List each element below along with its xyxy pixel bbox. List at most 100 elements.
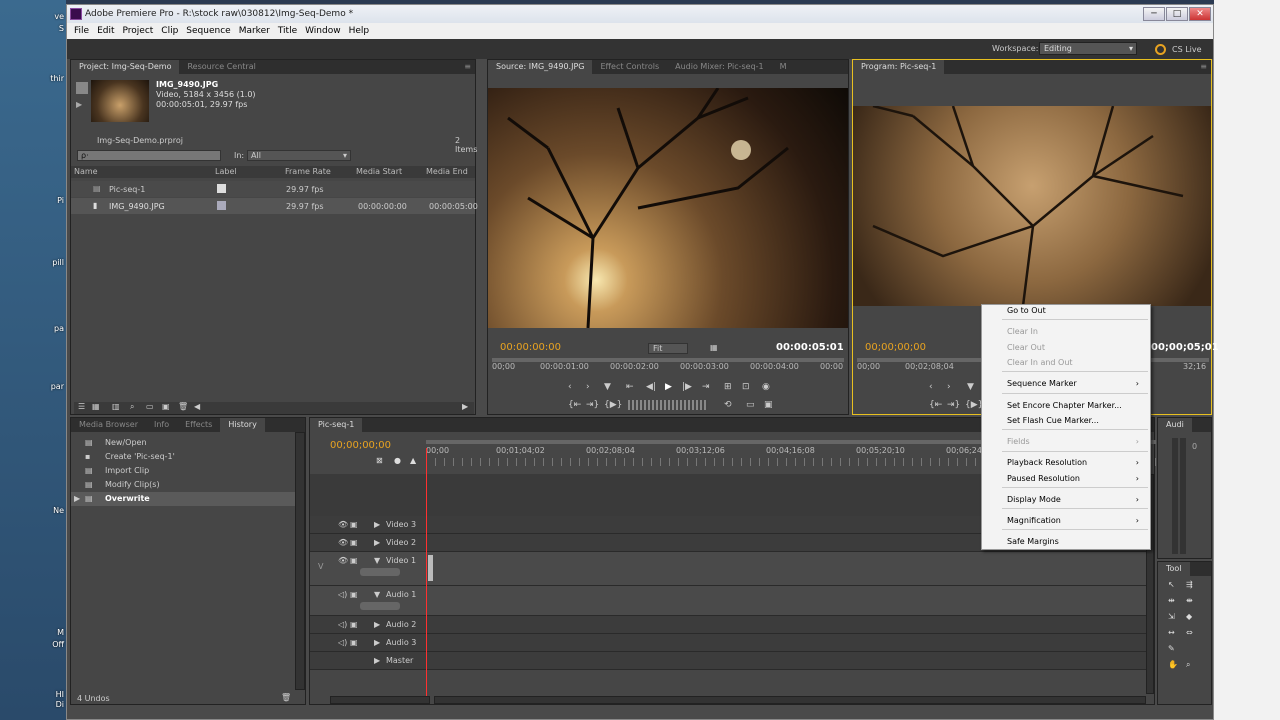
menu-item-clear-out[interactable]: Clear Out: [1007, 343, 1045, 352]
lock-icon[interactable]: ▣: [350, 538, 358, 547]
menu-item-paused-resolution[interactable]: Paused Resolution ›: [1007, 474, 1147, 483]
table-row[interactable]: ▮ IMG_9490.JPG 29.97 fps 00:00:00:00 00:…: [71, 198, 478, 214]
menu-file[interactable]: File: [67, 23, 93, 39]
menu-item-sequence-marker[interactable]: Sequence Marker ›: [1007, 379, 1147, 388]
panel-menu-icon[interactable]: ≡: [464, 60, 475, 74]
step-back-button[interactable]: ◀|: [646, 382, 656, 392]
keyframe-control[interactable]: [360, 568, 400, 576]
overwrite-button[interactable]: ⊡: [742, 382, 750, 392]
tab-info[interactable]: Info: [146, 418, 177, 432]
tab-overflow[interactable]: M: [772, 60, 795, 74]
history-scrollbar[interactable]: [295, 432, 305, 690]
col-frame-rate[interactable]: Frame Rate: [285, 166, 331, 178]
playhead[interactable]: [426, 448, 427, 698]
minimize-button[interactable]: ─: [1143, 7, 1165, 21]
col-media-start[interactable]: Media Start: [356, 166, 402, 178]
keyframe-control[interactable]: [360, 602, 400, 610]
menu-item-safe-margins[interactable]: Safe Margins: [1007, 537, 1059, 546]
slide-tool-icon[interactable]: ⇔: [1186, 628, 1193, 637]
find-icon[interactable]: ⌕: [130, 402, 134, 412]
eye-icon[interactable]: 👁: [338, 520, 348, 529]
go-to-in-button[interactable]: ⇤: [626, 382, 634, 392]
panel-menu-icon[interactable]: ≡: [1200, 60, 1211, 74]
timeline-timecode[interactable]: 00;00;00;00: [330, 440, 391, 451]
collapse-track-icon[interactable]: ▼: [374, 590, 380, 599]
fit-select[interactable]: Fit: [648, 343, 688, 354]
hand-tool-icon[interactable]: ✋: [1168, 660, 1178, 669]
zoom-tool-icon[interactable]: ⌕: [1186, 660, 1190, 670]
mark-in-button[interactable]: ‹: [929, 382, 933, 392]
collapse-track-icon[interactable]: ▼: [374, 556, 380, 565]
lock-icon[interactable]: ▣: [350, 590, 358, 599]
expand-track-icon[interactable]: ▶: [374, 656, 380, 665]
speaker-icon[interactable]: ◁): [338, 590, 347, 599]
menu-item-clear-in-and-out[interactable]: Clear In and Out: [1007, 358, 1073, 367]
menu-item-fields[interactable]: Fields ›: [1007, 437, 1147, 446]
menu-item-magnification[interactable]: Magnification ›: [1007, 516, 1147, 525]
marker-icon[interactable]: ●: [394, 456, 401, 465]
menu-item-display-mode[interactable]: Display Mode ›: [1007, 495, 1147, 504]
program-video-frame[interactable]: [853, 104, 1211, 307]
speaker-icon[interactable]: ◁): [338, 620, 347, 629]
go-to-previous-marker-button[interactable]: {⇤: [568, 400, 581, 410]
eye-icon[interactable]: 👁: [338, 556, 348, 565]
source-video-frame[interactable]: [488, 87, 848, 329]
go-to-next-marker-button[interactable]: ⇥}: [947, 400, 960, 410]
menu-title[interactable]: Title: [274, 23, 301, 39]
delete-icon[interactable]: 🗑: [178, 402, 188, 411]
lock-icon[interactable]: ▣: [350, 620, 358, 629]
history-item[interactable]: ▤ Import Clip: [71, 464, 295, 478]
track-audio-2[interactable]: ◁) ▣ ▶ Audio 2: [310, 616, 1154, 634]
play-button[interactable]: ▶: [665, 382, 672, 392]
lock-icon[interactable]: ▣: [350, 638, 358, 647]
output-button[interactable]: ▣: [764, 400, 773, 410]
insert-button[interactable]: ⊞: [724, 382, 732, 392]
menu-item-set-encore-chapter-marker[interactable]: Set Encore Chapter Marker...: [1007, 401, 1122, 410]
expand-track-icon[interactable]: ▶: [374, 620, 380, 629]
track-audio-3[interactable]: ◁) ▣ ▶ Audio 3: [310, 634, 1154, 652]
set-marker-icon[interactable]: ▲: [410, 456, 416, 465]
export-frame-button[interactable]: ◉: [762, 382, 770, 392]
track-master[interactable]: ▶ Master: [310, 652, 1154, 670]
menu-marker[interactable]: Marker: [235, 23, 274, 39]
scroll-left-icon[interactable]: ◀: [194, 402, 200, 411]
desktop-icon-label[interactable]: pa: [0, 324, 66, 333]
track-audio-1[interactable]: ◁) ▣ ▼ Audio 1: [310, 586, 1154, 616]
desktop-icon-label[interactable]: Di: [0, 700, 66, 709]
new-item-icon[interactable]: ▣: [162, 402, 170, 411]
search-input[interactable]: ρ·: [77, 150, 221, 161]
history-item[interactable]: ▪ Create 'Pic-seq-1': [71, 450, 295, 464]
slip-tool-icon[interactable]: ↔: [1168, 628, 1175, 637]
source-track-indicator[interactable]: V: [318, 562, 323, 571]
rate-stretch-tool-icon[interactable]: ⇲: [1168, 612, 1175, 621]
clip-img-9490[interactable]: [428, 555, 433, 581]
menu-project[interactable]: Project: [119, 23, 158, 39]
play-thumbnail-icon[interactable]: ▶: [76, 100, 82, 109]
cs-live-label[interactable]: CS Live: [1172, 45, 1202, 54]
in-filter-select[interactable]: All ▾: [247, 150, 351, 161]
rolling-edit-tool-icon[interactable]: ⇼: [1186, 596, 1193, 605]
tab-tools[interactable]: Tool: [1158, 562, 1190, 576]
menu-sequence[interactable]: Sequence: [182, 23, 234, 39]
play-in-to-out-button[interactable]: {▶}: [604, 400, 622, 410]
col-label[interactable]: Label: [215, 166, 237, 178]
menu-item-clear-in[interactable]: Clear In: [1007, 327, 1038, 336]
set-marker-button[interactable]: ▼: [604, 382, 611, 392]
scroll-right-icon[interactable]: ▶: [462, 402, 468, 411]
lock-icon[interactable]: ▣: [350, 520, 358, 529]
desktop-icon-label[interactable]: S: [0, 24, 66, 33]
history-item[interactable]: ▤ New/Open: [71, 436, 295, 450]
tab-effect-controls[interactable]: Effect Controls: [592, 60, 667, 74]
speaker-icon[interactable]: ◁): [338, 638, 347, 647]
label-color-swatch[interactable]: [217, 201, 226, 210]
menu-item-set-flash-cue-marker[interactable]: Set Flash Cue Marker...: [1007, 416, 1099, 425]
menu-help[interactable]: Help: [345, 23, 374, 39]
desktop-icon-label[interactable]: ve: [0, 12, 66, 21]
mark-out-button[interactable]: ›: [586, 382, 590, 392]
desktop-icon-label[interactable]: HI: [0, 690, 66, 699]
snap-icon[interactable]: ⊠: [376, 456, 383, 465]
track-select-tool-icon[interactable]: ⇶: [1186, 580, 1193, 589]
tab-sequence[interactable]: Pic-seq-1: [310, 418, 363, 432]
list-view-icon[interactable]: ☰: [78, 402, 85, 411]
go-to-previous-marker-button[interactable]: {⇤: [929, 400, 942, 410]
